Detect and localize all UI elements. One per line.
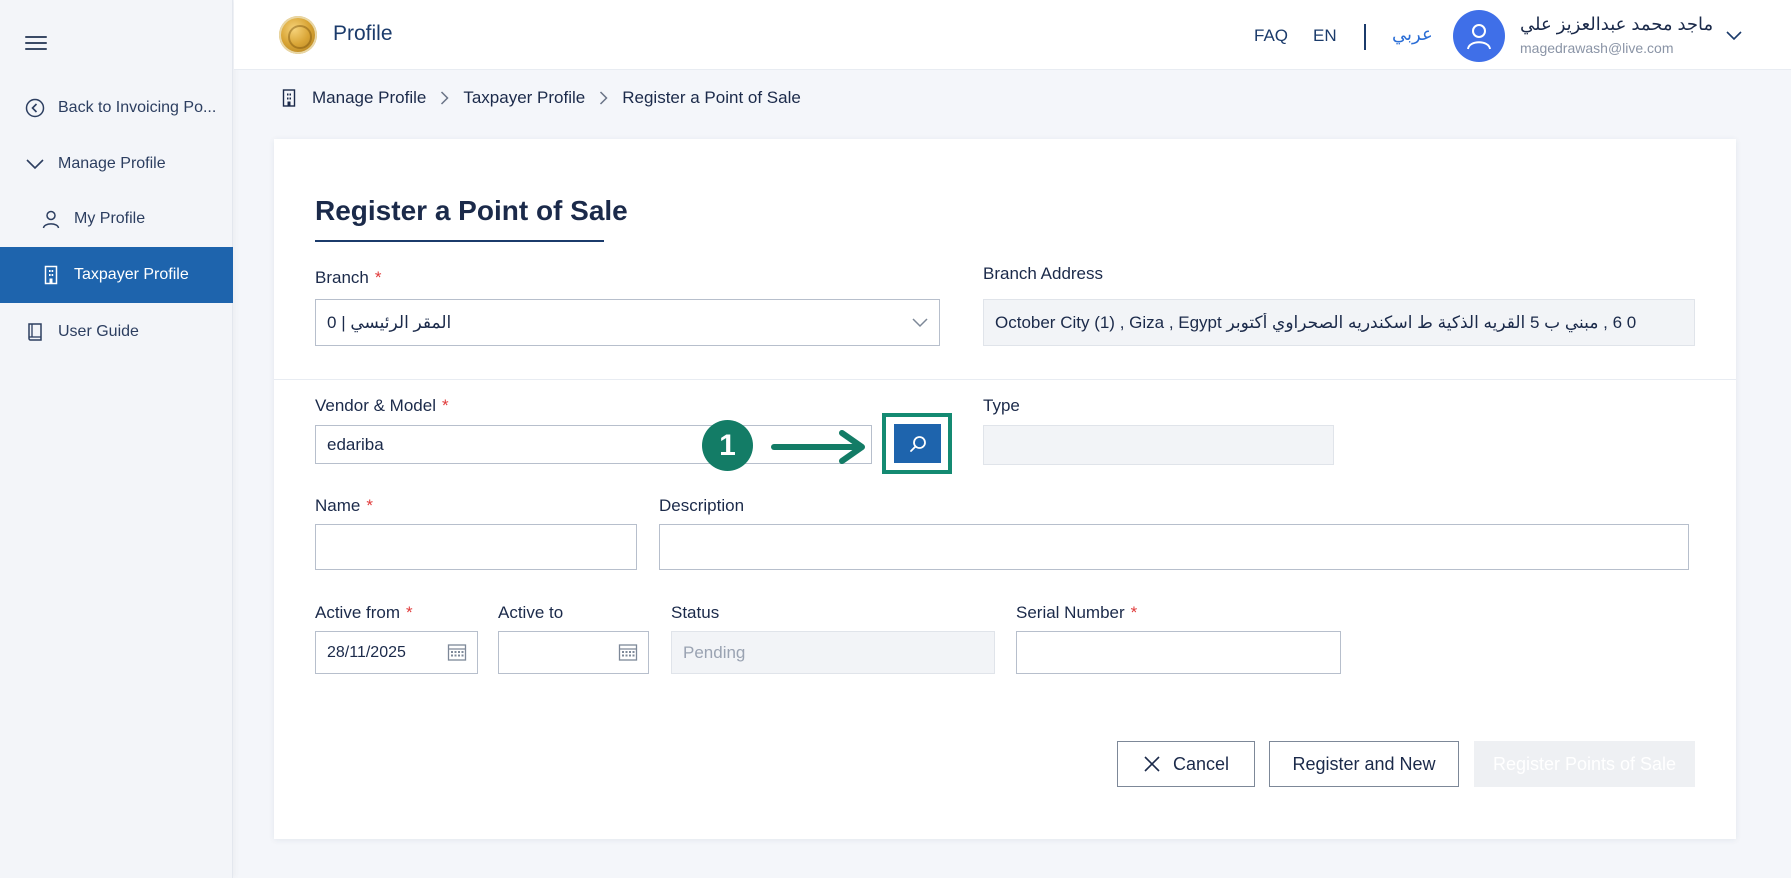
header-divider xyxy=(1364,24,1366,50)
cancel-button-label: Cancel xyxy=(1172,753,1230,774)
chevron-right-icon xyxy=(599,91,608,105)
description-input[interactable] xyxy=(671,537,1677,557)
sidebar-item-my-profile[interactable]: My Profile xyxy=(0,191,233,247)
branch-select[interactable]: المقر الرئيسي | 0 xyxy=(315,299,940,346)
building-icon xyxy=(282,89,296,107)
lang-en-link[interactable]: EN xyxy=(1313,26,1337,46)
section-divider xyxy=(274,379,1736,380)
sidebar-item-label: Manage Profile xyxy=(58,155,166,172)
close-icon xyxy=(1143,755,1161,773)
serial-number-field[interactable] xyxy=(1016,631,1341,674)
branch-select-value: المقر الرئيسي | 0 xyxy=(327,312,452,332)
type-field xyxy=(983,425,1334,465)
register-pos-label: Register Points of Sale xyxy=(1492,753,1677,774)
name-input[interactable] xyxy=(327,537,625,557)
register-pos-button[interactable]: Register Points of Sale xyxy=(1474,741,1695,787)
avatar[interactable] xyxy=(1453,10,1505,62)
required-asterisk: * xyxy=(366,496,373,515)
required-asterisk: * xyxy=(406,603,413,622)
description-label: Description xyxy=(659,496,745,515)
active-to-field[interactable] xyxy=(498,631,649,674)
breadcrumb: Manage Profile Taxpayer Profile Register… xyxy=(282,88,801,108)
active-to-label: Active to xyxy=(498,603,564,622)
name-field[interactable] xyxy=(315,524,637,570)
chevron-down-icon xyxy=(24,153,46,175)
active-from-field[interactable] xyxy=(315,631,478,674)
branch-address-value: 0 6 , مبني ب 5 القريه الذكية ط اسكندريه … xyxy=(995,312,1637,332)
status-label: Status xyxy=(671,603,720,622)
annotation-arrow-icon xyxy=(771,430,865,464)
branch-label: Branch * xyxy=(315,268,382,288)
breadcrumb-taxpayer-profile[interactable]: Taxpayer Profile xyxy=(463,88,585,108)
type-label: Type xyxy=(983,396,1020,415)
vendor-model-label: Vendor & Model * xyxy=(315,396,449,416)
register-and-new-label: Register and New xyxy=(1292,753,1436,774)
form-title: Register a Point of Sale xyxy=(315,195,628,226)
user-name: ماجد محمد عبدالعزيز علي xyxy=(1520,14,1714,34)
serial-number-input[interactable] xyxy=(1028,642,1329,663)
building-icon xyxy=(40,264,62,286)
active-from-label: Active from * xyxy=(315,603,413,623)
sidebar-item-manage-profile[interactable]: Manage Profile xyxy=(0,136,233,192)
name-label-text: Name xyxy=(315,496,361,515)
serial-number-label: Serial Number * xyxy=(1016,603,1137,623)
branch-address-label: Branch Address xyxy=(983,264,1104,283)
sidebar-item-label: Taxpayer Profile xyxy=(74,266,189,283)
register-pos-card: Register a Point of Sale Branch * المقر ا… xyxy=(274,139,1736,839)
sidebar-item-back-to-invoicing[interactable]: Back to Invoicing Po... xyxy=(0,80,233,136)
register-and-new-button[interactable]: Register and New xyxy=(1269,741,1459,787)
title-underline xyxy=(315,240,604,242)
status-field: Pending xyxy=(671,631,995,674)
back-circle-icon xyxy=(24,97,46,119)
serial-number-label-text: Serial Number xyxy=(1016,603,1125,622)
breadcrumb-manage-profile[interactable]: Manage Profile xyxy=(312,88,426,108)
search-icon xyxy=(909,435,926,452)
faq-link[interactable]: FAQ xyxy=(1254,26,1288,46)
sidebar-item-taxpayer-profile[interactable]: Taxpayer Profile xyxy=(0,247,233,303)
sidebar: Back to Invoicing Po... Manage Profile M… xyxy=(0,0,233,878)
required-asterisk: * xyxy=(1130,603,1138,622)
active-from-label-text: Active from xyxy=(315,603,401,622)
vendor-search-button[interactable] xyxy=(894,424,941,463)
user-icon xyxy=(40,208,62,230)
logo-icon xyxy=(279,16,317,54)
page-title: Profile xyxy=(333,22,393,45)
sidebar-item-label: User Guide xyxy=(58,323,139,340)
required-asterisk: * xyxy=(441,396,449,415)
cancel-button[interactable]: Cancel xyxy=(1117,741,1255,787)
chevron-down-icon xyxy=(912,313,928,333)
sidebar-item-label: My Profile xyxy=(74,210,146,227)
calendar-icon[interactable] xyxy=(447,642,467,662)
sidebar-item-label: Back to Invoicing Po... xyxy=(58,99,217,116)
user-menu-chevron-icon[interactable] xyxy=(1726,28,1742,46)
description-field[interactable] xyxy=(659,524,1689,570)
sidebar-item-user-guide[interactable]: User Guide xyxy=(0,304,233,360)
vendor-model-label-text: Vendor & Model xyxy=(315,396,436,415)
status-value: Pending xyxy=(683,642,746,662)
active-from-input[interactable] xyxy=(327,643,466,662)
hamburger-menu-icon[interactable] xyxy=(25,36,47,52)
branch-label-text: Branch xyxy=(315,268,369,287)
book-icon xyxy=(24,321,46,343)
lang-ar-link[interactable]: عربي xyxy=(1392,24,1433,45)
name-label: Name * xyxy=(315,496,373,516)
chevron-right-icon xyxy=(440,91,449,105)
step-marker: 1 xyxy=(702,420,753,471)
branch-address-field: 0 6 , مبني ب 5 القريه الذكية ط اسكندريه … xyxy=(983,299,1695,346)
top-header: Profile FAQ EN عربي ماجد محمد عبدالعزيز … xyxy=(234,0,1791,70)
calendar-icon[interactable] xyxy=(618,642,638,662)
breadcrumb-current: Register a Point of Sale xyxy=(622,88,801,107)
required-asterisk: * xyxy=(374,268,382,287)
user-email: magedrawash@live.com xyxy=(1520,40,1674,56)
user-avatar-icon xyxy=(1467,24,1491,50)
